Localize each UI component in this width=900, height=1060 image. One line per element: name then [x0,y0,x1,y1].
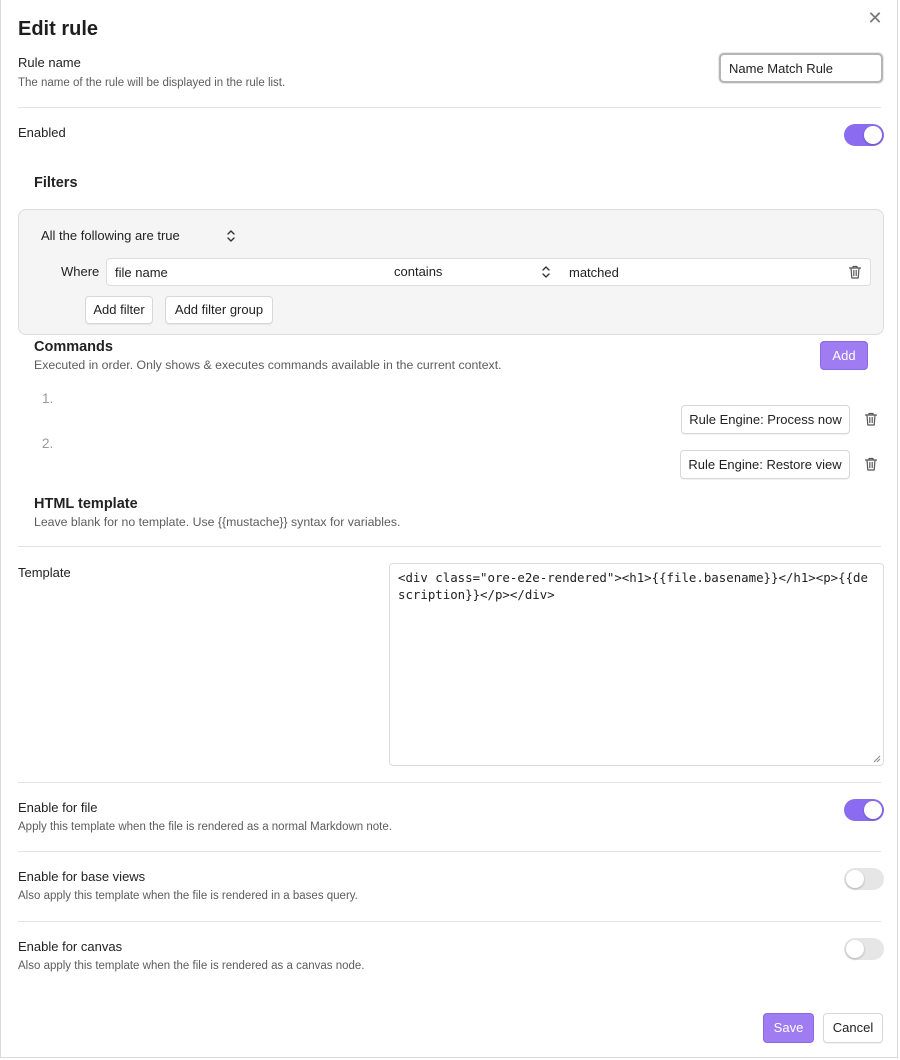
enable-for-canvas-label: Enable for canvas [18,939,123,954]
filter-property-field[interactable]: file name [115,265,168,280]
command-index: 1. [42,391,54,406]
divider [18,546,881,547]
cancel-button[interactable]: Cancel [823,1013,883,1043]
add-filter-group-button[interactable]: Add filter group [165,296,273,324]
enable-for-base-views-label: Enable for base views [18,869,146,884]
divider [18,921,881,922]
filters-heading: Filters [34,175,78,191]
template-label: Template [18,565,71,580]
enable-for-file-toggle[interactable] [844,799,884,821]
enable-for-base-views-description: Also apply this template when the file i… [18,890,358,902]
toggle-knob [846,870,864,888]
toggle-knob [864,126,882,144]
enabled-toggle[interactable] [844,124,884,146]
filter-operator-select[interactable]: contains [394,264,442,279]
save-button[interactable]: Save [763,1013,814,1043]
command-button-process-now[interactable]: Rule Engine: Process now [681,405,850,434]
divider [18,782,881,783]
chevron-updown-icon [542,266,550,278]
trash-icon[interactable] [847,264,863,280]
commands-description: Executed in order. Only shows & executes… [34,358,502,372]
rule-name-label: Rule name [18,55,81,70]
enabled-label: Enabled [18,125,66,140]
chevron-updown-icon [227,230,235,242]
divider [18,107,881,108]
html-template-heading: HTML template [34,496,138,512]
enable-for-canvas-toggle[interactable] [844,938,884,960]
toggle-knob [864,801,882,819]
commands-heading: Commands [34,339,113,355]
trash-icon[interactable] [863,411,879,427]
rule-name-description: The name of the rule will be displayed i… [18,77,286,89]
edit-rule-dialog: Edit rule ✕ Rule name The name of the ru… [0,0,898,1058]
html-template-description: Leave blank for no template. Use {{musta… [34,515,401,529]
trash-icon[interactable] [863,456,879,472]
close-icon[interactable]: ✕ [865,8,885,28]
dialog-title: Edit rule [18,18,99,40]
add-command-button[interactable]: Add [820,341,868,370]
where-label: Where [61,264,100,279]
divider [18,851,881,852]
template-textarea[interactable]: <div class="ore-e2e-rendered"><h1>{{file… [389,563,884,766]
toggle-knob [846,940,864,958]
filter-value-field[interactable]: matched [569,265,619,280]
enable-for-file-description: Apply this template when the file is ren… [18,821,392,833]
command-button-restore-view[interactable]: Rule Engine: Restore view [680,450,850,479]
filter-row [106,258,871,286]
conjunction-select[interactable]: All the following are true [41,228,180,243]
resize-handle-icon[interactable] [872,754,881,763]
enable-for-canvas-description: Also apply this template when the file i… [18,960,365,972]
rule-name-input[interactable] [719,53,883,83]
add-filter-button[interactable]: Add filter [85,296,153,324]
command-index: 2. [42,436,54,451]
enable-for-base-views-toggle[interactable] [844,868,884,890]
enable-for-file-label: Enable for file [18,800,98,815]
